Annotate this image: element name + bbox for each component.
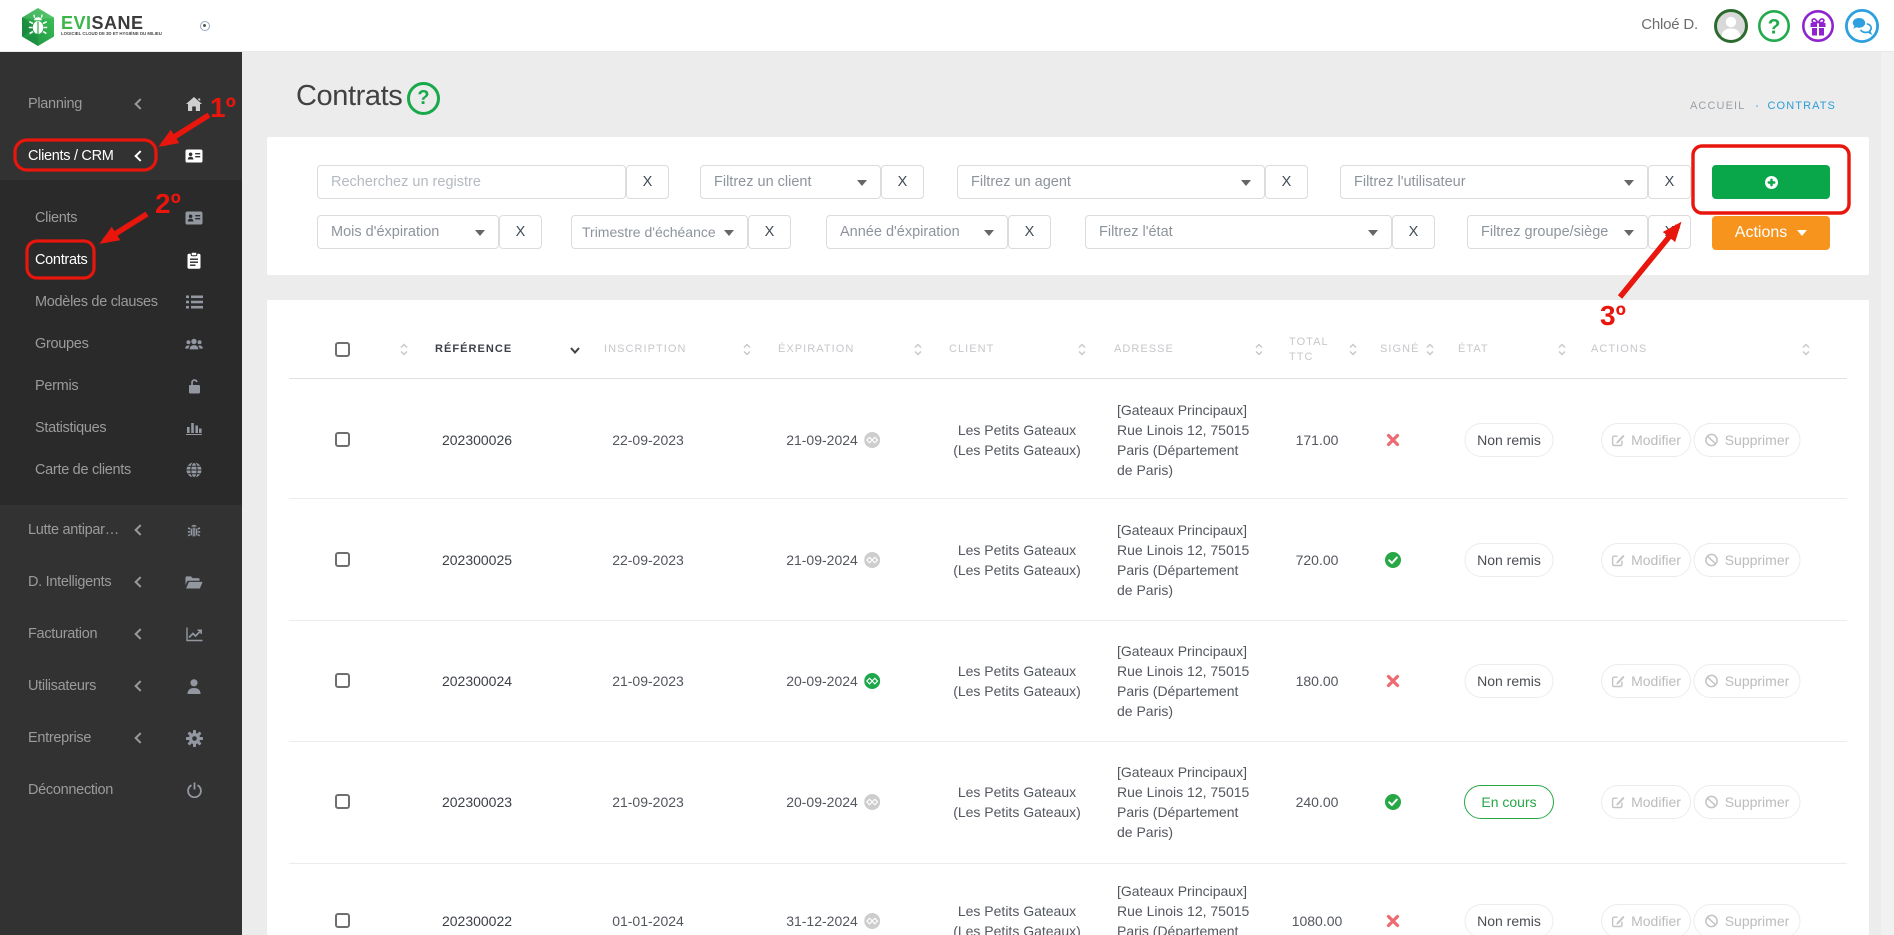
svg-text:?: ?	[1768, 16, 1781, 39]
